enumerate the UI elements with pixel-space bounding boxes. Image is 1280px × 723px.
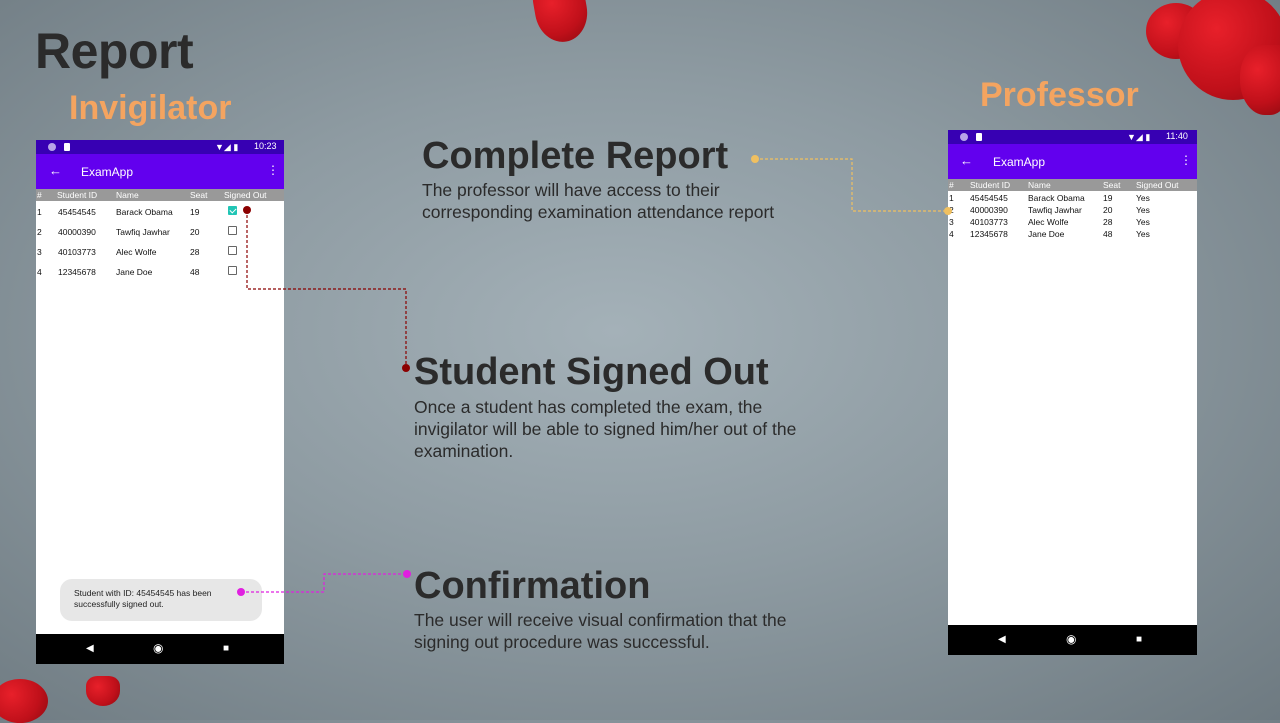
connector-signed-out [243,206,410,372]
connector-lines [237,155,952,596]
connector-confirmation [237,570,411,596]
connector-complete-report [751,155,952,215]
